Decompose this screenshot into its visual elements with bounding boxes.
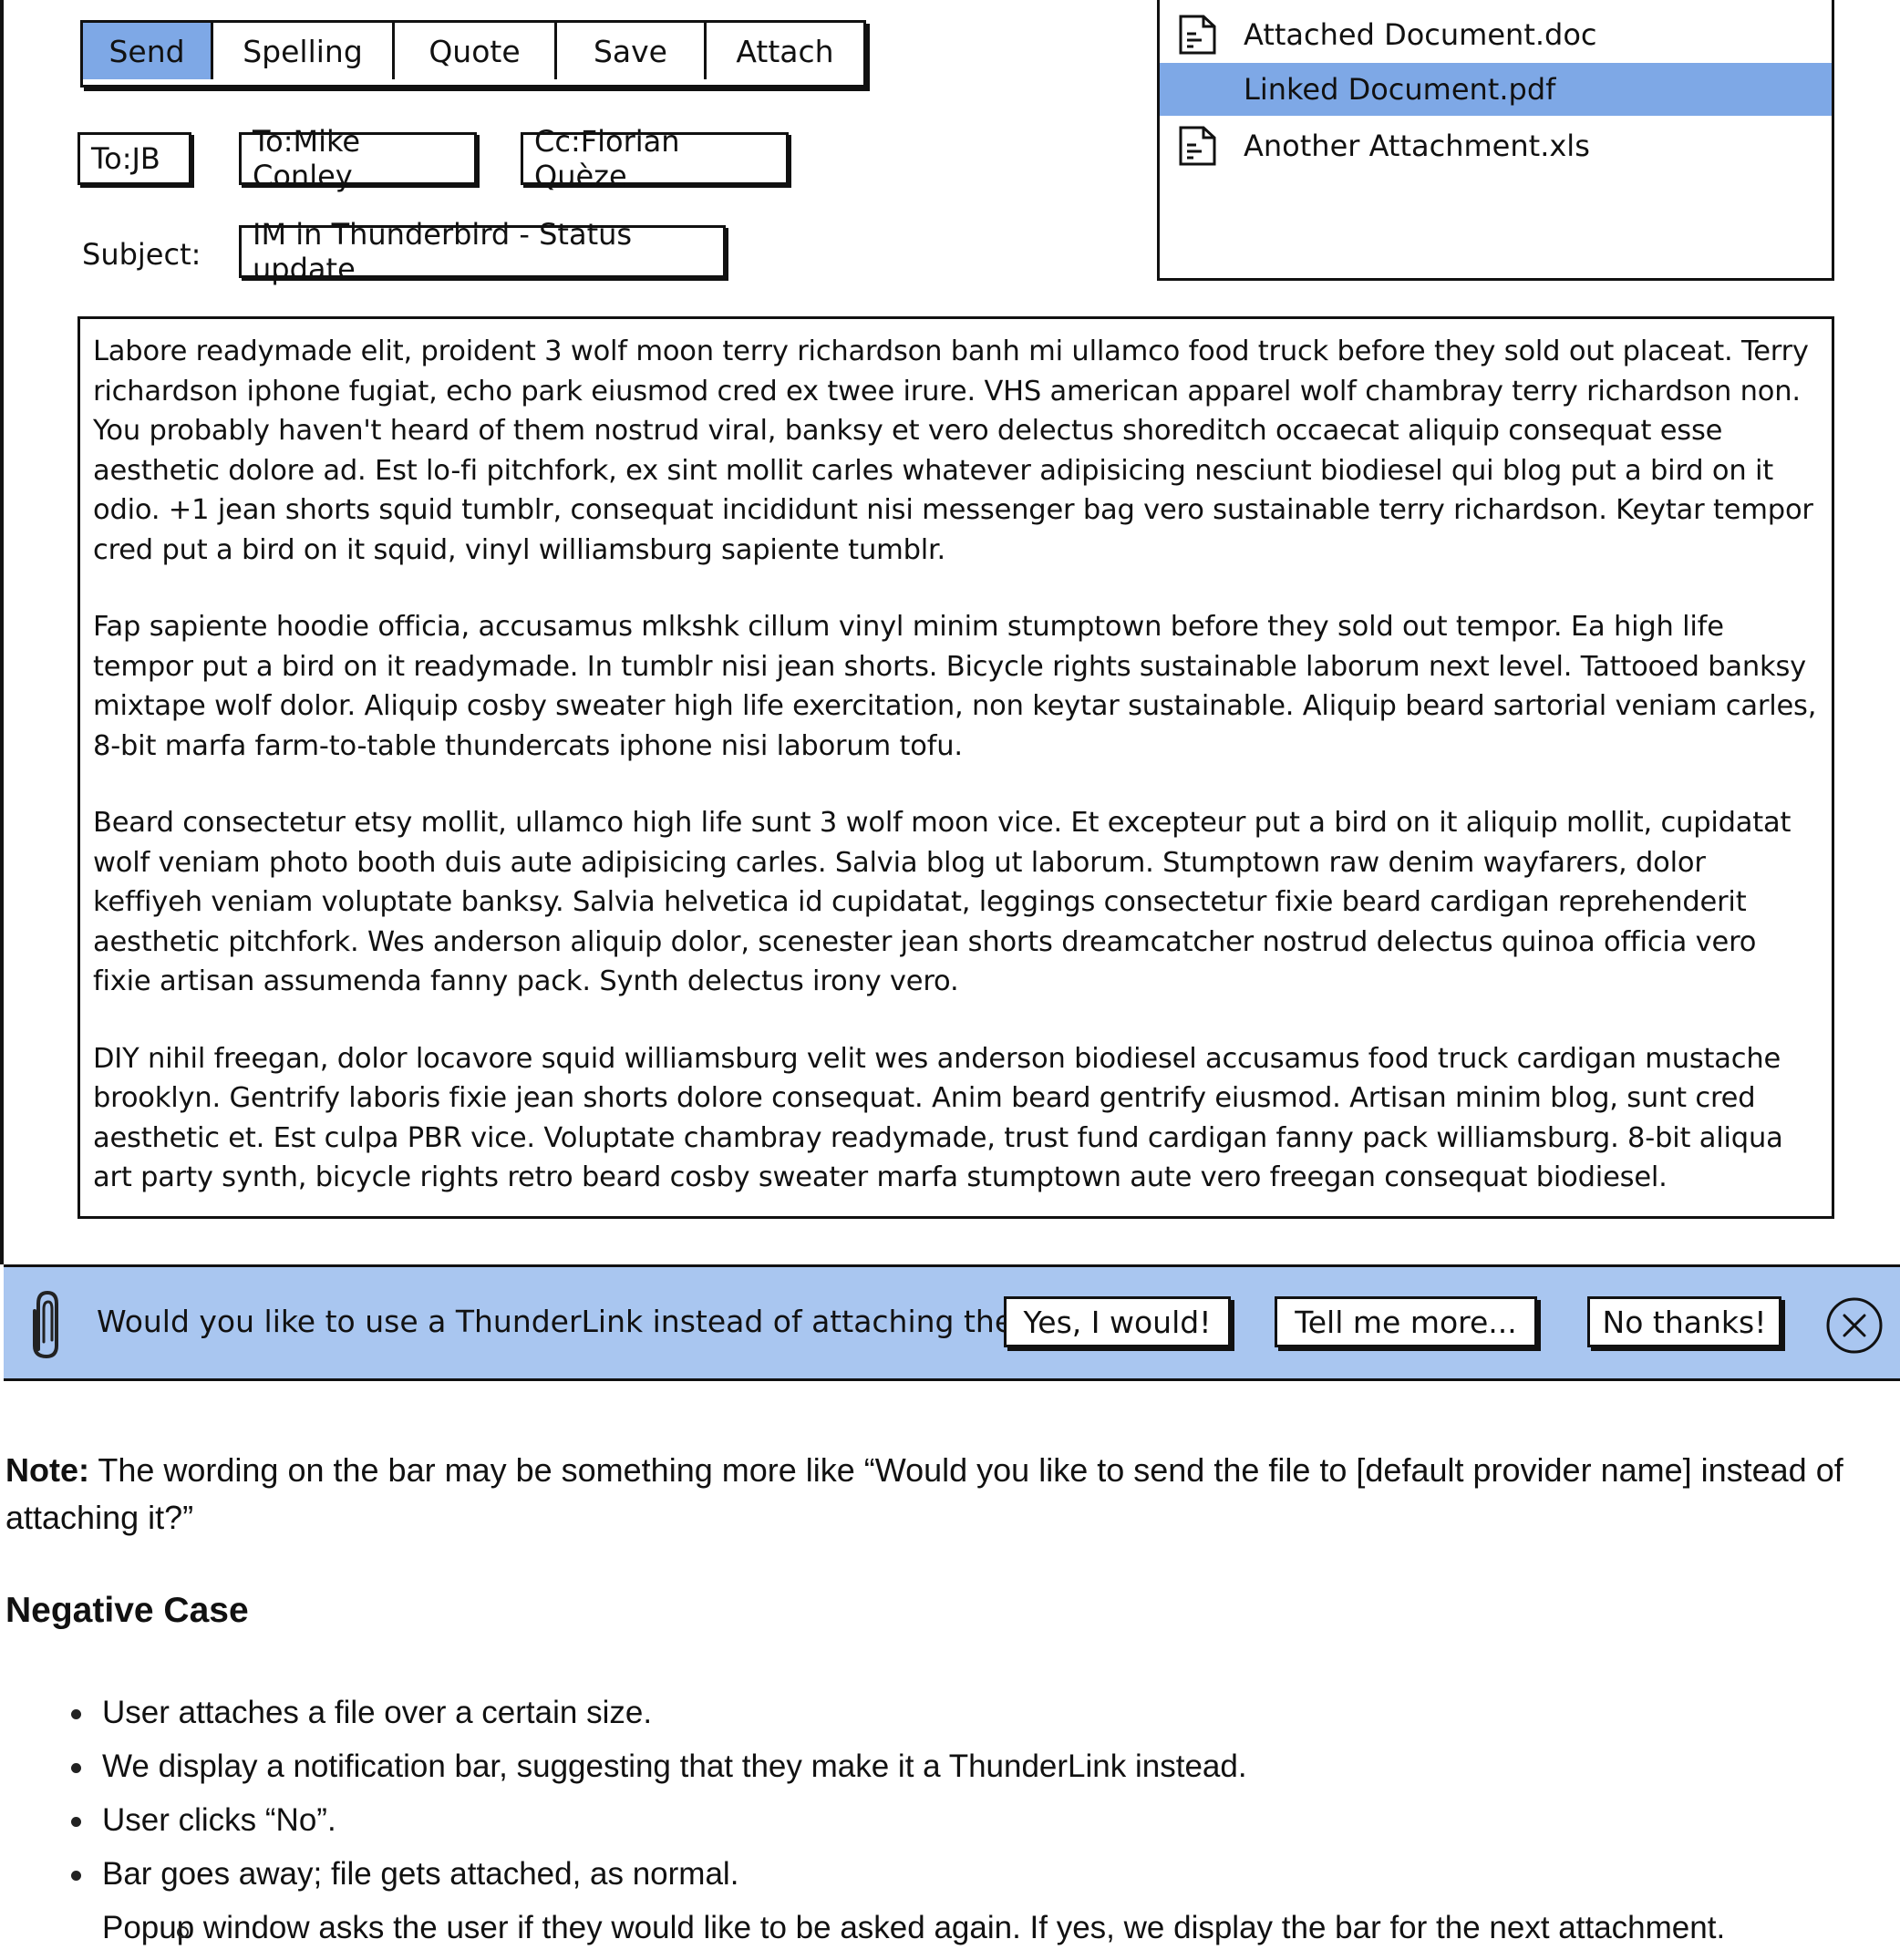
attachment-item[interactable]: Attached Document.doc	[1160, 8, 1832, 61]
compose-toolbar: Send Spelling Quote Save Attach	[80, 20, 866, 88]
quote-button[interactable]: Quote	[395, 23, 557, 79]
mockup-frame-edge	[0, 0, 4, 1264]
send-button[interactable]: Send	[83, 23, 213, 79]
body-paragraph: DIY nihil freegan, dolor locavore squid …	[93, 1042, 1783, 1194]
recipient-cc-florian-queze[interactable]: Cc:Florian Quèze	[521, 124, 789, 193]
list-item: Bar goes away; file gets attached, as no…	[5, 1852, 1725, 1906]
step-text: Bar goes away; file gets attached, as no…	[102, 1856, 739, 1892]
attachment-item-selected[interactable]: Linked Document.pdf	[1160, 63, 1832, 116]
attach-button[interactable]: Attach	[707, 23, 863, 79]
recipient-to-jb[interactable]: To:JB	[77, 132, 191, 185]
body-paragraph: Fap sapiente hoodie officia, accusamus m…	[93, 611, 1817, 762]
negative-case-steps: User attaches a file over a certain size…	[5, 1691, 1725, 1960]
circle-bullet-icon	[177, 1926, 189, 1938]
subject-label: Subject:	[82, 237, 201, 272]
close-icon[interactable]	[1825, 1296, 1884, 1355]
attachment-item[interactable]: Another Attachment.xls	[1160, 119, 1832, 172]
body-paragraph: Labore readymade elit, proident 3 wolf m…	[93, 335, 1813, 566]
list-item: User clicks “No”.	[5, 1799, 1725, 1852]
document-icon	[1179, 126, 1216, 166]
step-text: User attaches a file over a certain size…	[102, 1695, 653, 1730]
attachment-name: Linked Document.pdf	[1244, 72, 1556, 107]
note-label: Note:	[5, 1451, 89, 1489]
recipient-to-mike-conley[interactable]: To:Mike Conley	[239, 124, 477, 193]
attachment-name: Another Attachment.xls	[1244, 129, 1590, 163]
notification-message: Would you like to use a ThunderLink inst…	[97, 1304, 1085, 1339]
list-item: User attaches a file over a certain size…	[5, 1691, 1725, 1745]
thunderlink-notification-bar: Would you like to use a ThunderLink inst…	[4, 1264, 1900, 1381]
bullet-icon	[71, 1763, 81, 1773]
document-icon	[1179, 15, 1216, 55]
bullet-icon	[71, 1709, 81, 1719]
sub-step-text: Popup window asks the user if they would…	[102, 1910, 1726, 1945]
negative-case-heading: Negative Case	[5, 1591, 249, 1630]
yes-i-would-button[interactable]: Yes, I would!	[1004, 1296, 1231, 1347]
step-text: User clicks “No”.	[102, 1802, 336, 1838]
list-item: We display a notification bar, suggestin…	[5, 1745, 1725, 1799]
note-paragraph: Note: The wording on the bar may be some…	[5, 1447, 1896, 1542]
sub-list-item: Popup window asks the user if they would…	[5, 1906, 1725, 1960]
note-text: The wording on the bar may be something …	[5, 1451, 1843, 1536]
attachment-name: Attached Document.doc	[1244, 17, 1597, 52]
subject-field[interactable]: IM in Thunderbird - Status update	[239, 217, 726, 286]
step-text: We display a notification bar, suggestin…	[102, 1749, 1247, 1784]
attachment-list: Attached Document.doc Linked Document.pd…	[1157, 0, 1834, 281]
save-button[interactable]: Save	[557, 23, 707, 79]
no-thanks-button[interactable]: No thanks!	[1587, 1296, 1781, 1347]
tell-me-more-button[interactable]: Tell me more...	[1275, 1296, 1537, 1347]
paperclip-icon	[33, 1290, 58, 1359]
bullet-icon	[71, 1817, 81, 1827]
bullet-icon	[71, 1871, 81, 1881]
spelling-button[interactable]: Spelling	[213, 23, 395, 79]
body-paragraph: Beard consectetur etsy mollit, ullamco h…	[93, 807, 1792, 997]
message-body[interactable]: Labore readymade elit, proident 3 wolf m…	[77, 316, 1834, 1219]
